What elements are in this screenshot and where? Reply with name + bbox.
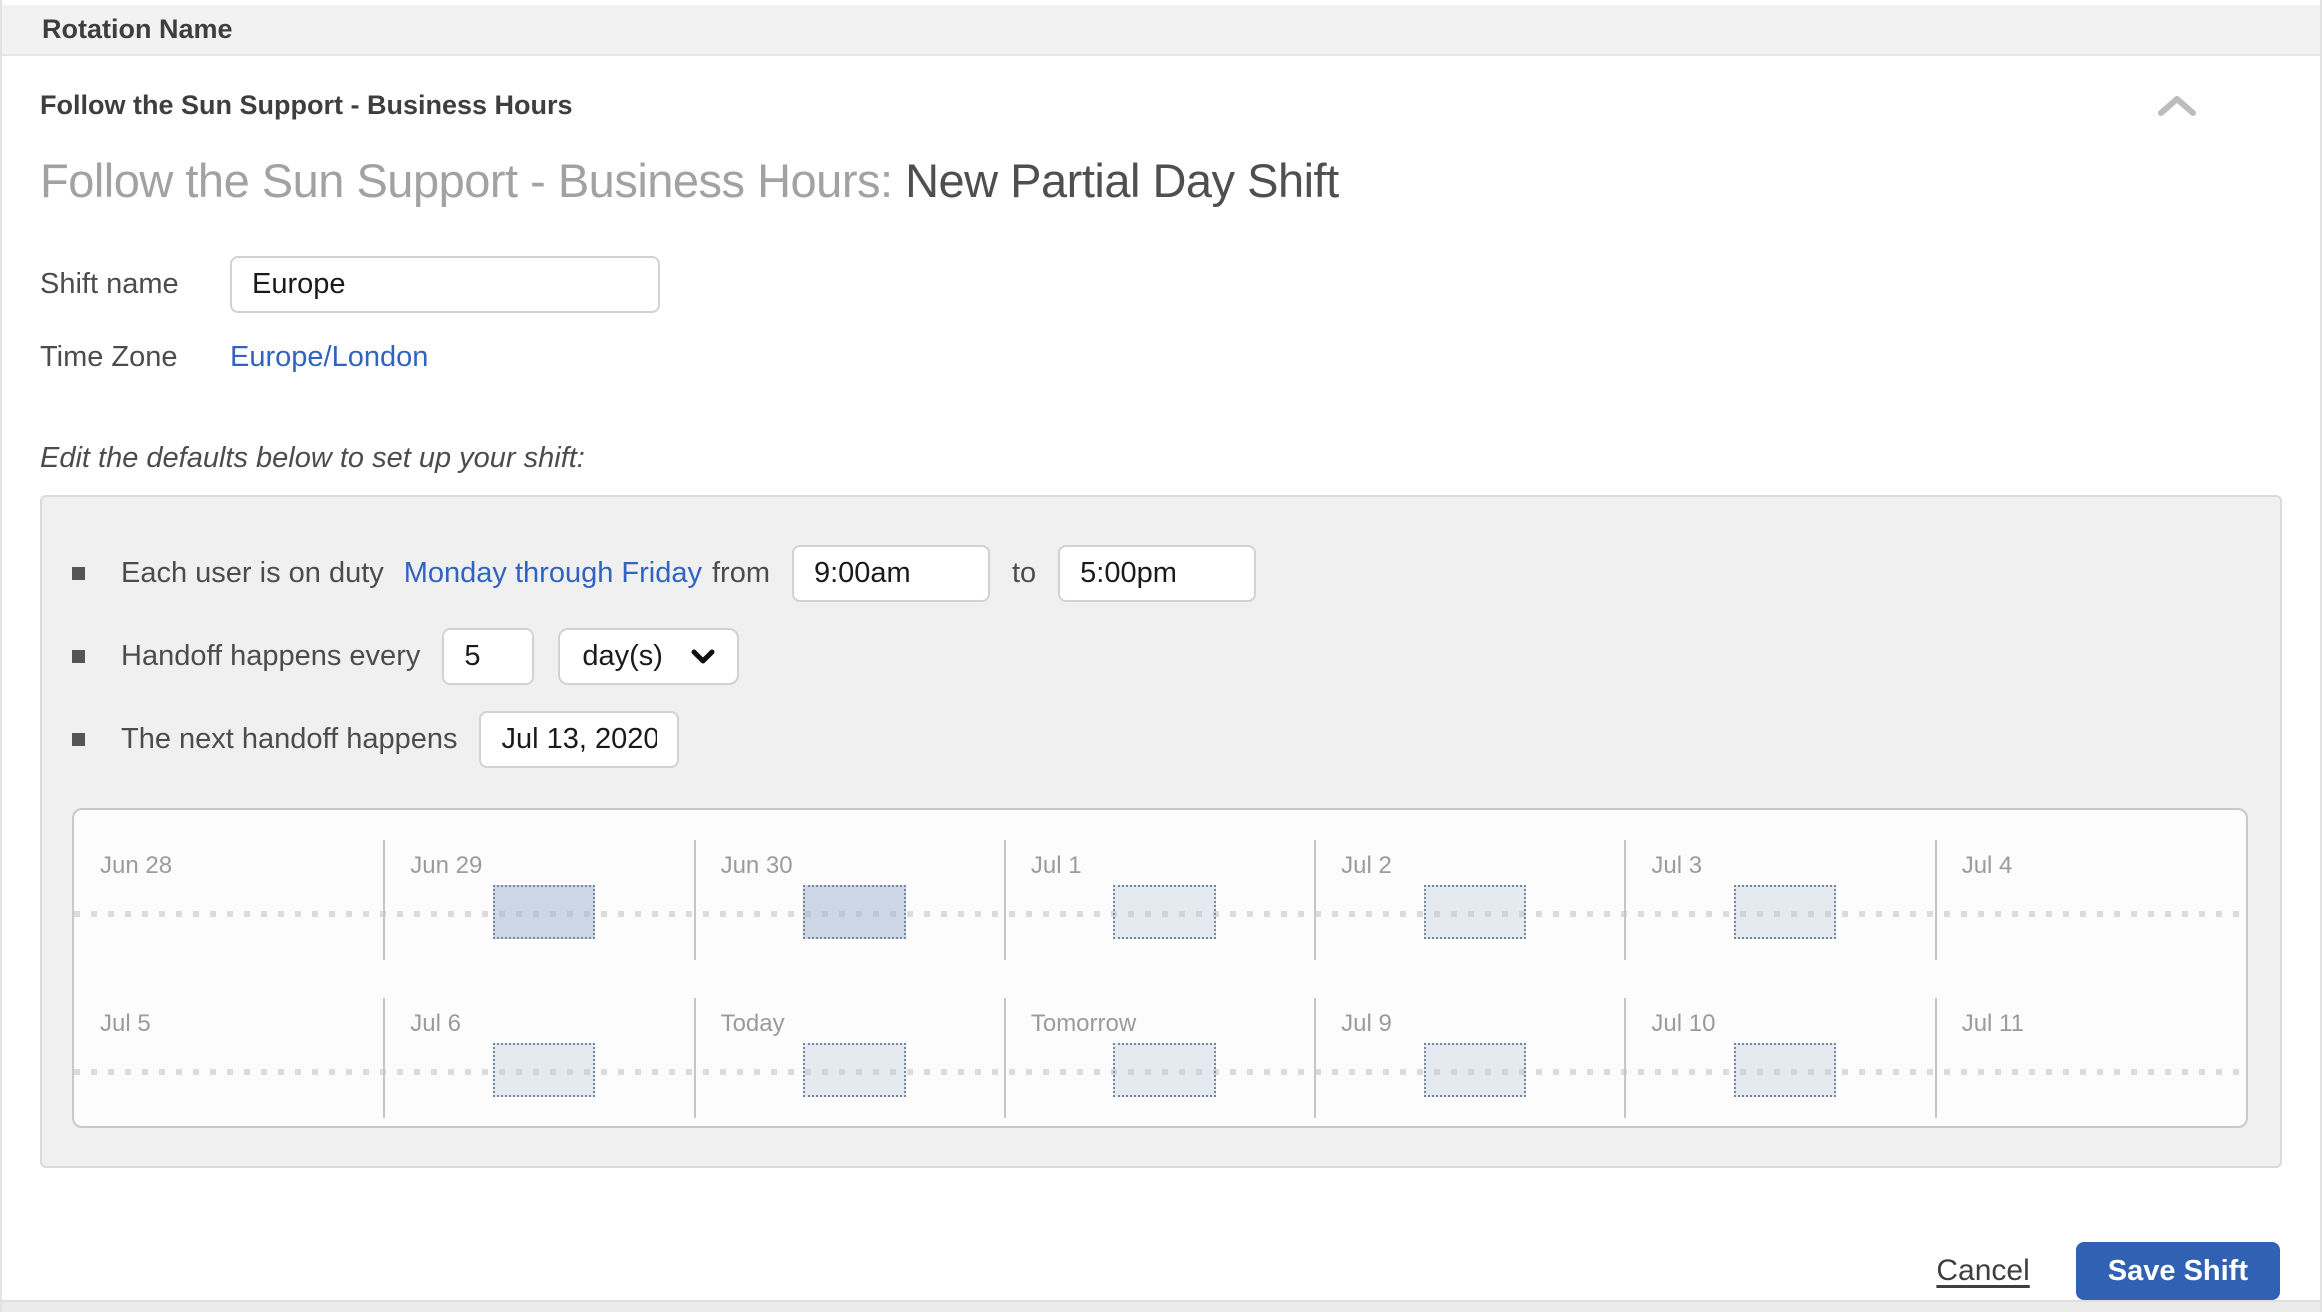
shift-block[interactable] [1113, 885, 1216, 940]
calendar-day: Jul 3 [1624, 810, 1935, 968]
defaults-panel: Each user is on duty Monday through Frid… [40, 495, 2282, 1169]
time-zone-label: Time Zone [40, 341, 178, 374]
day-separator [693, 998, 696, 1119]
day-label: Jul 10 [1651, 1010, 1716, 1038]
page-title-rotation-part: Follow the Sun Support - Business Hours: [40, 154, 893, 208]
handoff-row: Handoff happens every day(s) [72, 628, 2248, 686]
day-separator [1934, 998, 1937, 1119]
rotation-name-header: Rotation Name [2, 5, 2320, 57]
time-zone-row: Time Zone Europe/London [40, 341, 2282, 374]
calendar-day: Jul 10 [1624, 968, 1935, 1126]
drag-handle-hamburger-icon[interactable] [2234, 91, 2274, 121]
handoff-unit-select[interactable]: day(s) [558, 628, 739, 686]
shift-block[interactable] [492, 885, 596, 940]
day-separator [1314, 998, 1317, 1119]
day-label: Today [720, 1010, 785, 1038]
calendar-row: Jul 5 Jul 6 Today Tomorrow Jul 9 Jul 10 Jul 11 [74, 968, 2246, 1126]
calendar-day: Jun 29 [383, 810, 694, 968]
next-handoff-label: The next handoff happens [121, 723, 458, 756]
handoff-unit-value: day(s) [582, 640, 663, 673]
calendar-day: Jul 4 [1934, 810, 2246, 968]
shift-block[interactable] [1423, 885, 1527, 940]
calendar-day: Jul 5 [74, 968, 384, 1126]
defaults-note: Edit the defaults below to set up your s… [40, 442, 585, 475]
day-label: Tomorrow [1030, 1010, 1137, 1038]
day-separator [1003, 998, 1006, 1119]
day-label: Jul 5 [100, 1010, 151, 1038]
calendar-day: Jun 30 [693, 810, 1005, 968]
bullet-square-icon [72, 567, 85, 581]
calendar-day: Jul 2 [1314, 810, 1625, 968]
shift-block[interactable] [803, 885, 906, 940]
bullet-square-icon [72, 733, 85, 747]
day-label: Jul 3 [1651, 852, 1703, 880]
day-label: Jul 6 [410, 1010, 461, 1038]
day-label: Jul 9 [1341, 1010, 1392, 1038]
duty-to-label: to [1011, 557, 1037, 590]
rotation-name-label: Rotation Name [42, 14, 233, 45]
day-label: Jun 28 [100, 852, 173, 880]
calendar-day: Jun 28 [74, 810, 384, 968]
handoff-label: Handoff happens every [121, 640, 421, 673]
shift-block[interactable] [1734, 1043, 1837, 1098]
next-handoff-row: The next handoff happens [72, 711, 2248, 769]
bottom-strip [2, 1300, 2320, 1312]
rotation-card: Follow the Sun Support - Business Hours … [2, 56, 2320, 1301]
shift-name-row: Shift name [40, 256, 2282, 314]
day-label: Jun 29 [410, 852, 483, 880]
shift-block[interactable] [492, 1043, 596, 1098]
duty-prefix: Each user is on duty [121, 557, 384, 590]
page-title: Follow the Sun Support - Business Hours:… [40, 153, 2282, 208]
shift-preview-calendar: Jun 28 Jun 29 Jun 30 Jul 1 Jul 2 Jul 3 Jul 4 J… [72, 808, 2248, 1129]
shift-name-input[interactable] [230, 256, 660, 314]
calendar-day: Tomorrow [1003, 968, 1315, 1126]
shift-name-label: Shift name [40, 268, 179, 301]
card-header: Follow the Sun Support - Business Hours [40, 90, 2282, 121]
calendar-day: Jul 6 [383, 968, 694, 1126]
chevron-down-icon [691, 649, 715, 664]
day-label: Jul 11 [1961, 1010, 2024, 1038]
day-separator [1003, 840, 1006, 961]
duty-start-time-input[interactable] [791, 545, 990, 603]
day-label: Jul 2 [1341, 852, 1392, 880]
footer-actions: Cancel Save Shift [40, 1242, 2282, 1301]
calendar-day: Jul 9 [1314, 968, 1625, 1126]
calendar-day: Today [693, 968, 1005, 1126]
shift-block[interactable] [1113, 1043, 1216, 1098]
duty-from-label: from [711, 557, 770, 590]
cancel-button[interactable]: Cancel [1936, 1254, 2029, 1288]
duty-end-time-input[interactable] [1058, 545, 1257, 603]
calendar-row: Jun 28 Jun 29 Jun 30 Jul 1 Jul 2 Jul 3 Jul 4 [74, 810, 2246, 968]
day-separator [383, 998, 386, 1119]
shift-block[interactable] [1734, 885, 1837, 940]
day-label: Jul 1 [1030, 852, 1082, 880]
duty-row: Each user is on duty Monday through Frid… [72, 545, 2248, 603]
day-separator [1624, 998, 1627, 1119]
calendar-day: Jul 11 [1934, 968, 2246, 1126]
day-label: Jul 4 [1961, 852, 2013, 880]
bullet-square-icon [72, 650, 85, 664]
rotation-title: Follow the Sun Support - Business Hours [40, 90, 573, 121]
calendar-day: Jul 1 [1003, 810, 1315, 968]
save-shift-button[interactable]: Save Shift [2075, 1242, 2280, 1301]
duty-days-link[interactable]: Monday through Friday [404, 557, 702, 590]
day-separator [1624, 840, 1627, 961]
page-title-shift-part: New Partial Day Shift [905, 154, 1339, 208]
day-label: Jun 30 [720, 852, 793, 880]
handoff-interval-input[interactable] [442, 628, 535, 686]
collapse-chevron-up-icon[interactable] [2156, 93, 2198, 119]
day-separator [693, 840, 696, 961]
day-separator [383, 840, 386, 961]
next-handoff-date-input[interactable] [479, 711, 680, 769]
time-zone-link[interactable]: Europe/London [230, 341, 428, 374]
day-separator [1934, 840, 1937, 961]
page: Rotation Name Follow the Sun Support - B… [0, 0, 2322, 1312]
shift-block[interactable] [803, 1043, 906, 1098]
shift-block[interactable] [1423, 1043, 1527, 1098]
day-separator [1314, 840, 1317, 961]
card-header-icons [2156, 91, 2274, 121]
